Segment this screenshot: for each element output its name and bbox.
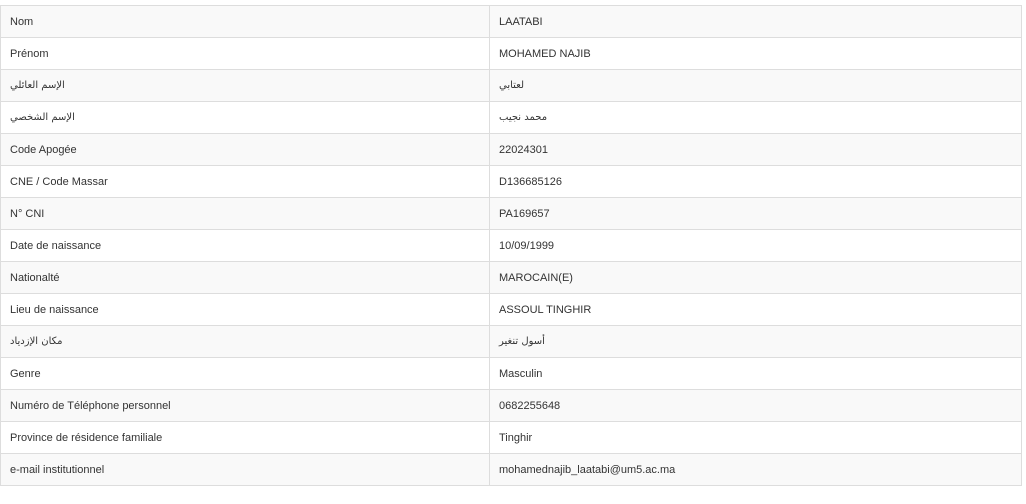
row-label: مكان الإزدياد bbox=[0, 325, 490, 358]
row-value: D136685126 bbox=[489, 165, 1022, 198]
table-row: N° CNI PA169657 bbox=[0, 197, 1022, 230]
table-row: Prénom MOHAMED NAJIB bbox=[0, 37, 1022, 70]
table-row: Code Apogée 22024301 bbox=[0, 133, 1022, 166]
table-row: CNE / Code Massar D136685126 bbox=[0, 165, 1022, 198]
row-value: PA169657 bbox=[489, 197, 1022, 230]
row-value: Masculin bbox=[489, 357, 1022, 390]
row-label: CNE / Code Massar bbox=[0, 165, 490, 198]
row-label: Prénom bbox=[0, 37, 490, 70]
table-row: مكان الإزدياد أسول تنغير bbox=[0, 325, 1022, 358]
row-value: محمد نجيب bbox=[489, 101, 1022, 134]
table-row: Nom LAATABI bbox=[0, 5, 1022, 38]
row-label: Nom bbox=[0, 5, 490, 38]
row-label: Code Apogée bbox=[0, 133, 490, 166]
row-label: الإسم الشخصي bbox=[0, 101, 490, 134]
row-label: Nationalté bbox=[0, 261, 490, 294]
row-value: ASSOUL TINGHIR bbox=[489, 293, 1022, 326]
row-label: N° CNI bbox=[0, 197, 490, 230]
table-row: Genre Masculin bbox=[0, 357, 1022, 390]
row-value: أسول تنغير bbox=[489, 325, 1022, 358]
table-row: Lieu de naissance ASSOUL TINGHIR bbox=[0, 293, 1022, 326]
row-value: 0682255648 bbox=[489, 389, 1022, 422]
row-value: 22024301 bbox=[489, 133, 1022, 166]
row-label: الإسم العائلي bbox=[0, 69, 490, 102]
row-label: Province de résidence familiale bbox=[0, 421, 490, 454]
row-label: Lieu de naissance bbox=[0, 293, 490, 326]
table-row: Province de résidence familiale Tinghir bbox=[0, 421, 1022, 454]
row-label: Genre bbox=[0, 357, 490, 390]
row-label: Numéro de Téléphone personnel bbox=[0, 389, 490, 422]
row-label: e-mail institutionnel bbox=[0, 453, 490, 486]
row-value: Tinghir bbox=[489, 421, 1022, 454]
table-row: e-mail institutionnel mohamednajib_laata… bbox=[0, 453, 1022, 486]
row-value: mohamednajib_laatabi@um5.ac.ma bbox=[489, 453, 1022, 486]
table-row: الإسم العائلي لعتابي bbox=[0, 69, 1022, 102]
row-value: MOHAMED NAJIB bbox=[489, 37, 1022, 70]
row-value: LAATABI bbox=[489, 5, 1022, 38]
row-value: 10/09/1999 bbox=[489, 229, 1022, 262]
table-row: Numéro de Téléphone personnel 0682255648 bbox=[0, 389, 1022, 422]
row-label: Date de naissance bbox=[0, 229, 490, 262]
table-row: Date de naissance 10/09/1999 bbox=[0, 229, 1022, 262]
table-row: الإسم الشخصي محمد نجيب bbox=[0, 101, 1022, 134]
student-info-panel: Nom LAATABI Prénom MOHAMED NAJIB الإسم ا… bbox=[0, 5, 1022, 486]
row-value: MAROCAIN(E) bbox=[489, 261, 1022, 294]
row-value: لعتابي bbox=[489, 69, 1022, 102]
table-row: Nationalté MAROCAIN(E) bbox=[0, 261, 1022, 294]
student-info-table: Nom LAATABI Prénom MOHAMED NAJIB الإسم ا… bbox=[0, 5, 1022, 486]
